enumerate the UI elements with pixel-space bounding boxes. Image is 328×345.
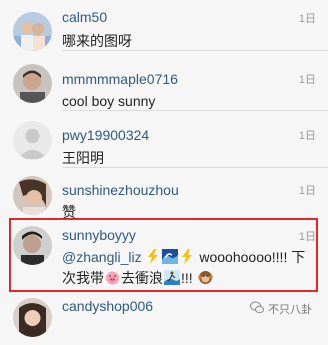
surfer-emoji xyxy=(164,270,180,288)
comment-list: calm50 哪来的图呀 1日 mmmmmaple0716 cool boy s… xyxy=(0,0,328,337)
comment-text-segment: 去衝浪 xyxy=(121,270,163,286)
lightning-emoji xyxy=(180,249,194,267)
comment-text-line2: 次我带 去衝浪!!! xyxy=(62,268,214,288)
comment-row[interactable]: sunnyboyyy 1日 @zhangli_liz wooohoooo!!!!… xyxy=(0,220,328,292)
watermark-text: 不只八卦 xyxy=(268,304,312,316)
watermark: 不只八卦 xyxy=(250,300,322,316)
avatar[interactable] xyxy=(13,12,52,51)
avatar[interactable] xyxy=(13,226,52,265)
comment-text: cool boy sunny xyxy=(62,93,156,109)
mention-link[interactable]: @zhangli_liz xyxy=(62,249,142,265)
comment-text: 赞 xyxy=(62,204,76,220)
comment-username[interactable]: calm50 xyxy=(62,9,107,25)
comment-time: 1日 xyxy=(298,74,316,86)
comment-row[interactable]: mmmmmaple0716 cool boy sunny 1日 xyxy=(0,55,328,111)
comment-row[interactable]: calm50 哪来的图呀 1日 xyxy=(0,0,328,51)
comment-time: 1日 xyxy=(298,185,316,197)
comment-username[interactable]: sunnyboyyy xyxy=(62,227,136,243)
pig-emoji xyxy=(105,270,120,288)
avatar[interactable] xyxy=(13,176,52,215)
comment-text-segment: 次我带 xyxy=(62,270,104,286)
divider xyxy=(62,50,328,51)
comment-text: 哪来的图呀 xyxy=(62,33,132,49)
comment-time: 1日 xyxy=(298,130,316,142)
comment-username[interactable]: sunshinezhouzhou xyxy=(62,182,179,198)
comment-row[interactable]: pwy19900324 王阳明 1日 xyxy=(0,112,328,168)
comment-username[interactable]: candyshop006 xyxy=(62,298,153,314)
lightning-emoji xyxy=(146,249,160,267)
comment-time: 1日 xyxy=(298,13,316,25)
comment-text-segment: !!! xyxy=(181,270,193,286)
comment-text-tail: wooohoooo!!!! 下 xyxy=(199,249,306,265)
avatar[interactable] xyxy=(13,121,52,160)
avatar[interactable] xyxy=(13,64,52,103)
divider xyxy=(62,110,328,111)
comment-text: 王阳明 xyxy=(62,150,104,166)
comment-time: 1日 xyxy=(298,231,316,243)
comment-username[interactable]: pwy19900324 xyxy=(62,127,149,143)
wechat-icon xyxy=(250,301,264,314)
wave-emoji xyxy=(162,249,179,267)
monkey-emoji xyxy=(197,270,213,288)
comment-text-line1: @zhangli_liz wooohoooo!!!! 下 xyxy=(62,247,305,267)
comment-username[interactable]: mmmmmaple0716 xyxy=(62,71,178,87)
comment-row[interactable]: sunshinezhouzhou 赞 1日 xyxy=(0,168,328,220)
